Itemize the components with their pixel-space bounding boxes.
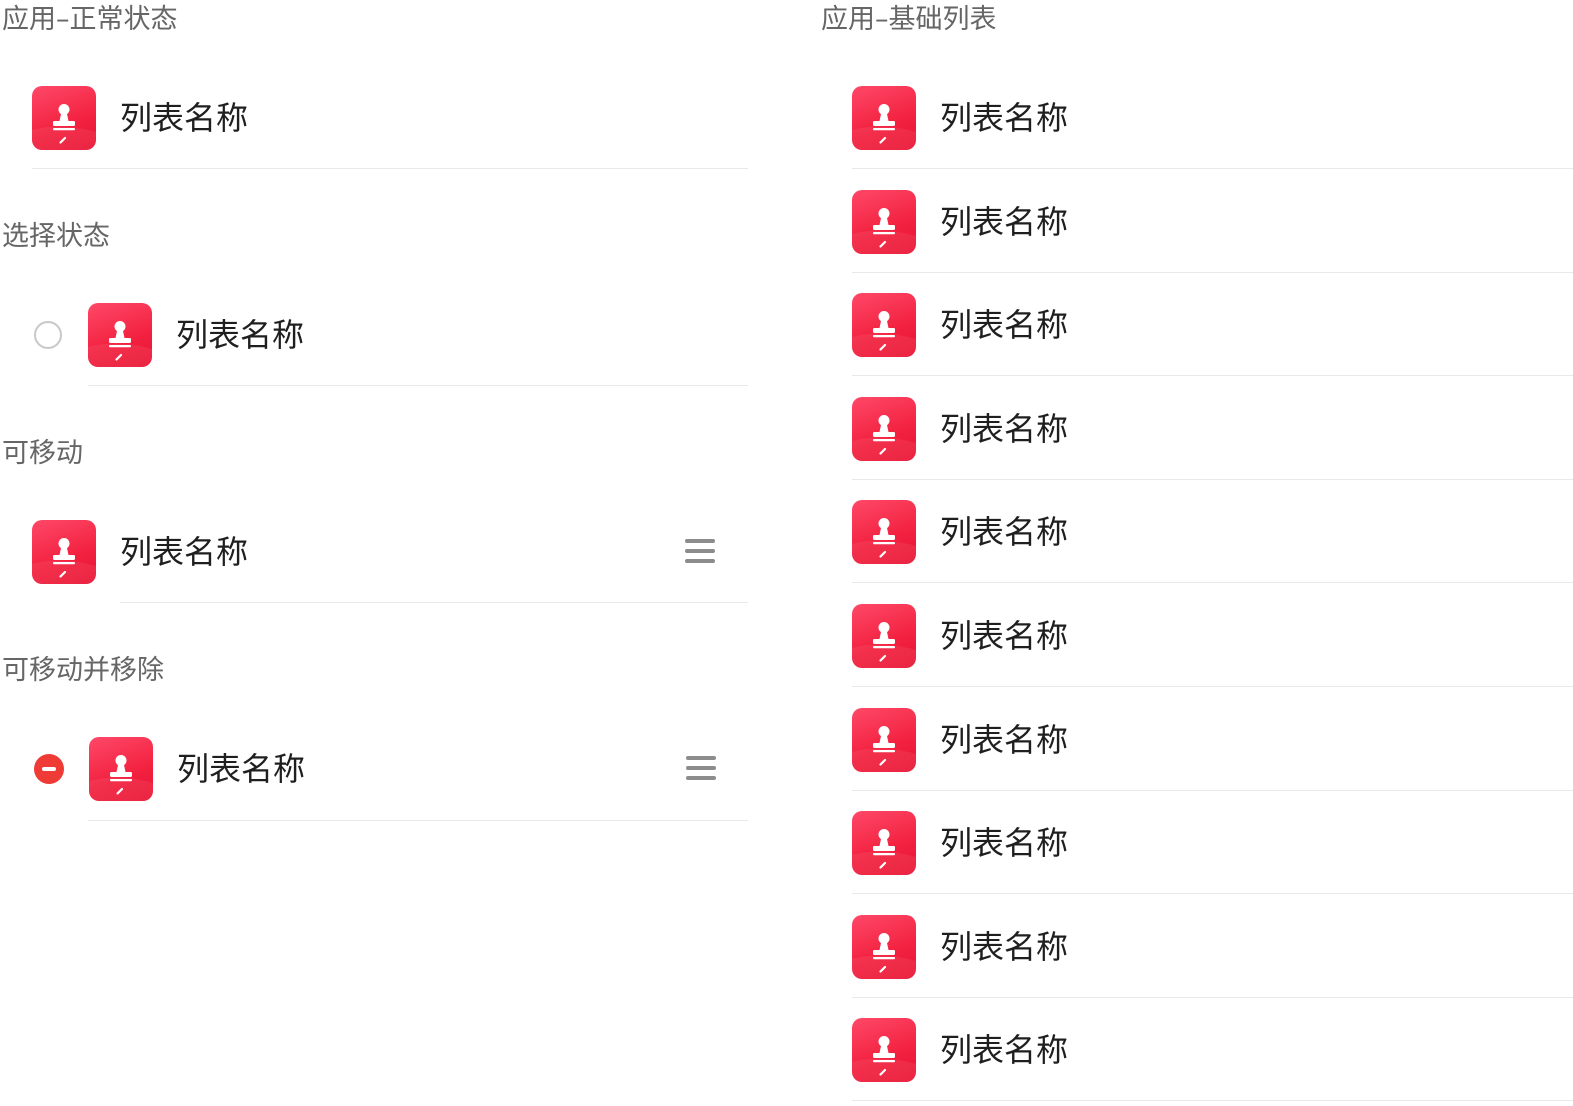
section-title-movable: 可移动 <box>2 438 83 469</box>
stamp-app-icon <box>852 708 916 772</box>
stamp-glyph <box>852 622 916 668</box>
section-title-selectable: 选择状态 <box>2 221 110 252</box>
drag-handle-icon[interactable] <box>685 539 715 565</box>
list-item-selectable[interactable]: 列表名称 <box>0 283 760 387</box>
stamp-glyph <box>32 538 96 584</box>
list-item-label: 列表名称 <box>120 99 249 137</box>
list-item-label: 列表名称 <box>940 721 1069 759</box>
list-item[interactable]: 列表名称 <box>820 895 1573 999</box>
list-item-label: 列表名称 <box>940 1031 1069 1069</box>
stamp-glyph <box>852 415 916 461</box>
stamp-glyph <box>852 726 916 772</box>
stamp-app-icon <box>89 737 153 801</box>
remove-circle-icon[interactable] <box>34 754 64 784</box>
list-item-label: 列表名称 <box>940 617 1069 655</box>
stamp-app-icon <box>852 86 916 150</box>
drag-handle-icon[interactable] <box>686 756 716 782</box>
divider <box>32 168 748 169</box>
stamp-glyph <box>32 104 96 150</box>
stamp-glyph <box>852 311 916 357</box>
section-title-normal: 应用–正常状态 <box>2 4 178 35</box>
list-item[interactable]: 列表名称 <box>820 66 1573 170</box>
stamp-glyph <box>852 933 916 979</box>
stamp-glyph <box>852 104 916 150</box>
radio-unchecked-icon[interactable] <box>34 321 62 349</box>
list-item-label: 列表名称 <box>940 928 1069 966</box>
list-item-movable-removable[interactable]: 列表名称 <box>0 717 760 821</box>
list-item[interactable]: 列表名称 <box>820 170 1573 274</box>
list-item[interactable]: 列表名称 <box>820 377 1573 481</box>
stamp-app-icon <box>852 397 916 461</box>
divider <box>852 582 1573 583</box>
list-item-label: 列表名称 <box>940 99 1069 137</box>
divider <box>852 375 1573 376</box>
list-item[interactable]: 列表名称 <box>820 998 1573 1102</box>
stamp-glyph <box>852 518 916 564</box>
list-item-movable[interactable]: 列表名称 <box>0 500 760 604</box>
list-item[interactable]: 列表名称 <box>820 791 1573 895</box>
stamp-app-icon <box>852 915 916 979</box>
list-item-label: 列表名称 <box>176 316 305 354</box>
stamp-app-icon <box>32 520 96 584</box>
list-item-label: 列表名称 <box>177 750 306 788</box>
divider <box>88 385 748 386</box>
stamp-glyph <box>89 755 153 801</box>
stamp-app-icon <box>852 190 916 254</box>
stamp-glyph <box>88 321 152 367</box>
section-title-basic-list: 应用–基础列表 <box>821 4 997 35</box>
section-title-movable-removable: 可移动并移除 <box>2 655 164 686</box>
list-item-label: 列表名称 <box>940 306 1069 344</box>
list-item-label: 列表名称 <box>940 513 1069 551</box>
stamp-app-icon <box>852 293 916 357</box>
list-item[interactable]: 列表名称 <box>820 480 1573 584</box>
divider <box>120 602 748 603</box>
stamp-app-icon <box>88 303 152 367</box>
stamp-app-icon <box>32 86 96 150</box>
list-item[interactable]: 列表名称 <box>820 273 1573 377</box>
list-item[interactable]: 列表名称 <box>820 584 1573 688</box>
divider <box>852 1100 1573 1101</box>
stamp-app-icon <box>852 500 916 564</box>
stamp-app-icon <box>852 604 916 668</box>
list-item-label: 列表名称 <box>940 203 1069 241</box>
stamp-app-icon <box>852 1018 916 1082</box>
stamp-glyph <box>852 829 916 875</box>
list-item-label: 列表名称 <box>940 410 1069 448</box>
list-item-label: 列表名称 <box>940 824 1069 862</box>
stamp-glyph <box>852 208 916 254</box>
divider <box>852 168 1573 169</box>
divider <box>852 893 1573 894</box>
divider <box>88 820 748 821</box>
divider <box>852 686 1573 687</box>
list-item-label: 列表名称 <box>120 533 249 571</box>
stamp-glyph <box>852 1036 916 1082</box>
stamp-app-icon <box>852 811 916 875</box>
list-item[interactable]: 列表名称 <box>820 688 1573 792</box>
list-item-normal[interactable]: 列表名称 <box>0 66 760 170</box>
